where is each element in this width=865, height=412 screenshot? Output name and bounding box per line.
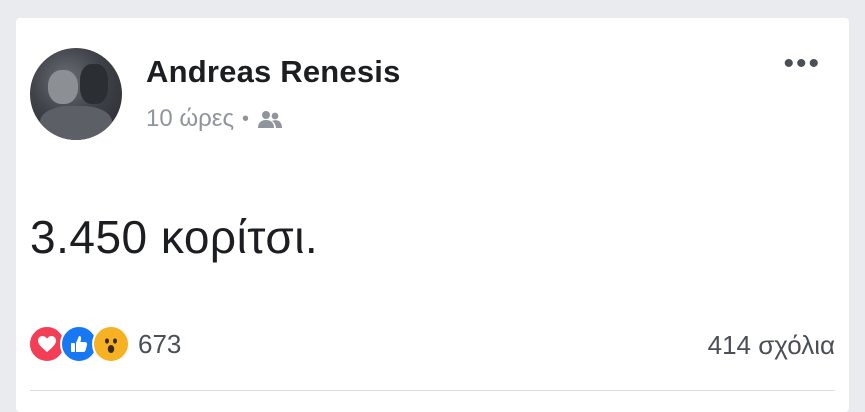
author-avatar[interactable] — [30, 48, 122, 140]
post-card: Andreas Renesis 10 ώρες • ••• 3.450 κορί… — [16, 18, 849, 412]
post-meta: 10 ώρες • — [146, 104, 283, 134]
more-options-button[interactable]: ••• — [783, 49, 821, 79]
meta-separator: • — [242, 107, 250, 130]
avatar-shape — [80, 64, 108, 104]
wow-reaction-icon — [92, 325, 130, 363]
reaction-summary[interactable]: 673 — [28, 324, 181, 364]
friends-icon[interactable] — [257, 109, 283, 129]
post-text: 3.450 κορίτσι. — [30, 211, 319, 263]
author-name[interactable]: Andreas Renesis — [146, 54, 401, 90]
avatar-shape — [40, 106, 112, 140]
divider — [30, 390, 835, 391]
comments-count-link[interactable]: 414 σχόλια — [708, 330, 835, 361]
reaction-count: 673 — [138, 328, 182, 359]
avatar-shape — [48, 70, 78, 104]
post-time[interactable]: 10 ώρες — [146, 105, 234, 133]
